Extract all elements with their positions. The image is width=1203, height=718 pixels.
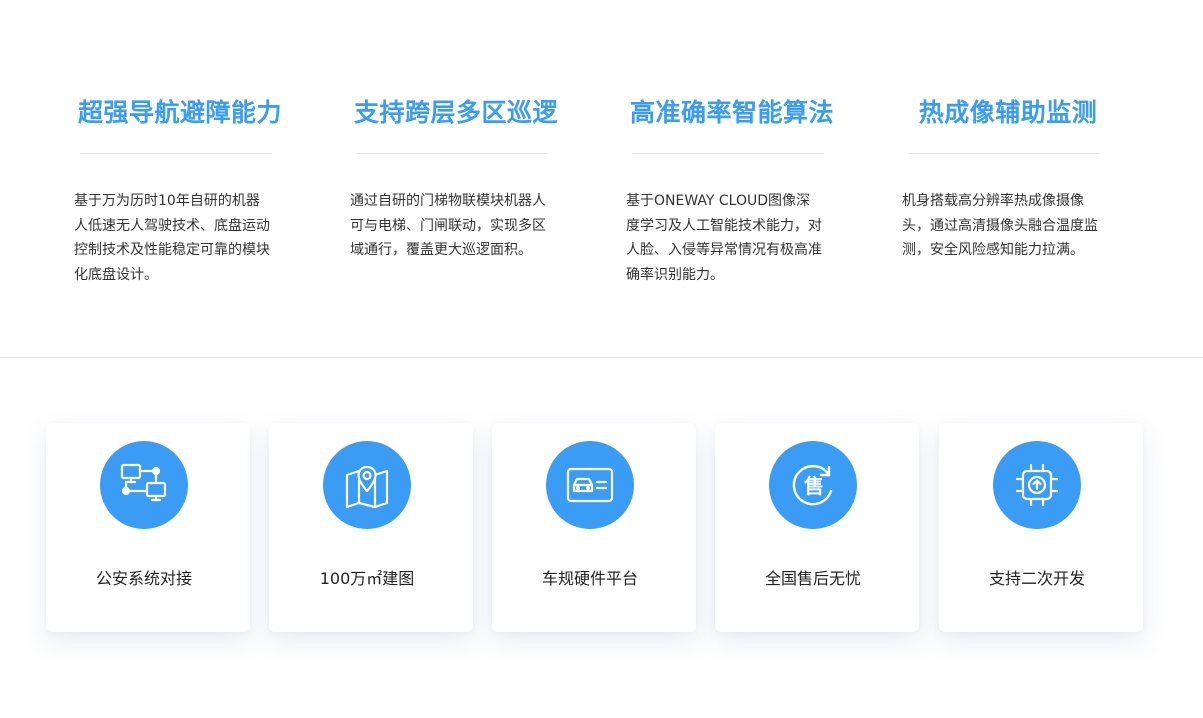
feature-multi-floor-patrol: 支持跨层多区巡逻 通过自研的门梯物联模块机器人可与电梯、门闸联动，实现多区域通行… [346, 93, 566, 258]
card-automotive-hardware[interactable]: 车规硬件平台 [492, 423, 696, 632]
network-computers-icon [100, 441, 188, 529]
feature-thermal-imaging: 热成像辅助监测 机身搭载高分辨率热成像摄像头，通过高清摄像头融合温度监测，安全风… [898, 93, 1118, 258]
card-label: 100万㎡建图 [319, 569, 415, 588]
card-label: 支持二次开发 [988, 569, 1085, 588]
feature-description: 基于ONEWAY CLOUD图像深度学习及人工智能技术能力，对人脸、入侵等异常情… [626, 193, 822, 283]
chip-upload-icon [993, 441, 1081, 529]
feature-divider [632, 153, 824, 154]
feature-divider [80, 153, 272, 154]
feature-description: 机身搭载高分辨率热成像摄像头，通过高清摄像头融合温度监测，安全风险感知能力拉满。 [902, 193, 1098, 258]
feature-navigation: 超强导航避障能力 基于万为历时10年自研的机器人低速无人驾驶技术、底盘运动控制技… [70, 93, 290, 283]
card-label: 车规硬件平台 [541, 569, 638, 588]
feature-smart-algorithm: 高准确率智能算法 基于ONEWAY CLOUD图像深度学习及人工智能技术能力，对… [622, 93, 842, 283]
after-sales-icon: 售 [769, 441, 857, 529]
features-section: 超强导航避障能力 基于万为历时10年自研的机器人低速无人驾驶技术、底盘运动控制技… [0, 0, 1203, 357]
feature-title: 支持跨层多区巡逻 [353, 98, 558, 127]
card-police-system[interactable]: 公安系统对接 [46, 423, 250, 632]
feature-title: 热成像辅助监测 [918, 98, 1098, 127]
feature-description: 基于万为历时10年自研的机器人低速无人驾驶技术、底盘运动控制技术及性能稳定可靠的… [74, 193, 270, 283]
feature-title: 超强导航避障能力 [77, 98, 282, 127]
car-card-icon [546, 441, 634, 529]
feature-divider [908, 153, 1100, 154]
map-pin-icon [323, 441, 411, 529]
svg-text:售: 售 [804, 474, 824, 498]
card-after-sales[interactable]: 售 全国售后无忧 [715, 423, 919, 632]
card-label: 公安系统对接 [95, 569, 192, 588]
feature-description: 通过自研的门梯物联模块机器人可与电梯、门闸联动，实现多区域通行，覆盖更大巡逻面积… [350, 193, 546, 258]
section-divider [0, 357, 1203, 358]
card-secondary-development[interactable]: 支持二次开发 [939, 423, 1143, 632]
feature-title: 高准确率智能算法 [629, 98, 834, 127]
card-label: 全国售后无忧 [764, 569, 861, 588]
card-mapping[interactable]: 100万㎡建图 [269, 423, 473, 632]
feature-divider [356, 153, 548, 154]
